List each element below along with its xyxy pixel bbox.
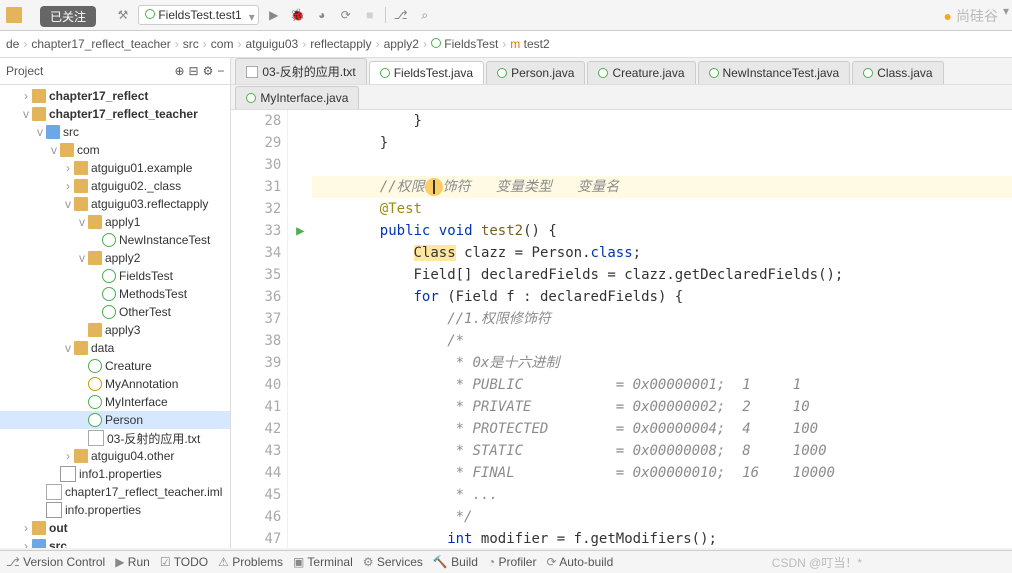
coverage-button[interactable]: ◕ bbox=[313, 6, 331, 24]
tree-item[interactable]: NewInstanceTest bbox=[0, 231, 230, 249]
tree-item[interactable]: apply3 bbox=[0, 321, 230, 339]
tool-button[interactable]: ◔ Profiler bbox=[488, 555, 537, 569]
tree-item[interactable]: ›atguigu04.other bbox=[0, 447, 230, 465]
tool-button[interactable]: ⚙ Services bbox=[363, 555, 423, 569]
tree-item[interactable]: FieldsTest bbox=[0, 267, 230, 285]
breadcrumb-item[interactable]: apply2 bbox=[384, 37, 419, 51]
gutter: 2829303132333435363738394041424344454647… bbox=[231, 110, 288, 548]
tree-item[interactable]: OtherTest bbox=[0, 303, 230, 321]
tree-item[interactable]: ›out bbox=[0, 519, 230, 537]
tree-item[interactable]: MyInterface bbox=[0, 393, 230, 411]
tree-item[interactable]: MethodsTest bbox=[0, 285, 230, 303]
tree-item[interactable]: vchapter17_reflect_teacher bbox=[0, 105, 230, 123]
tree-item[interactable]: info1.properties bbox=[0, 465, 230, 483]
tree-item[interactable]: vatguigu03.reflectapply bbox=[0, 195, 230, 213]
editor-tab[interactable]: Class.java bbox=[852, 61, 943, 84]
breadcrumb-item[interactable]: reflectapply bbox=[310, 37, 371, 51]
breadcrumb-item[interactable]: de bbox=[6, 37, 19, 51]
editor-tabs-row2: MyInterface.java bbox=[231, 85, 1012, 110]
editor-area: 03-反射的应用.txtFieldsTest.javaPerson.javaCr… bbox=[231, 58, 1012, 548]
tree-item[interactable]: Creature bbox=[0, 357, 230, 375]
editor-tab[interactable]: Person.java bbox=[486, 61, 585, 84]
tree-item[interactable]: vdata bbox=[0, 339, 230, 357]
run-button[interactable]: ▶ bbox=[265, 6, 283, 24]
debug-button[interactable]: 🐞 bbox=[289, 6, 307, 24]
run-signs[interactable]: ▶ bbox=[288, 110, 312, 548]
source-code[interactable]: } } //权限饰符 变量类型 变量名 @Test public void te… bbox=[312, 110, 1012, 548]
watermark: CSDN @叮当！* bbox=[772, 554, 862, 571]
chevron-down-icon: ▾ bbox=[1003, 4, 1009, 18]
tree-item[interactable]: ›atguigu02._class bbox=[0, 177, 230, 195]
breadcrumb-item[interactable]: m test2 bbox=[510, 37, 549, 51]
stop-button[interactable]: ■ bbox=[361, 6, 379, 24]
gear-icon[interactable]: ⚙ bbox=[203, 64, 214, 78]
project-icon bbox=[6, 7, 22, 23]
tree-item[interactable]: chapter17_reflect_teacher.iml bbox=[0, 483, 230, 501]
tree-item[interactable]: vapply2 bbox=[0, 249, 230, 267]
tool-button[interactable]: ⎇ Version Control bbox=[6, 555, 105, 569]
collapse-icon[interactable]: ⊟ bbox=[189, 64, 199, 78]
editor-tab[interactable]: 03-反射的应用.txt bbox=[235, 58, 366, 84]
brand-logo: ●尚硅谷 bbox=[944, 6, 998, 26]
tree-item[interactable]: vcom bbox=[0, 141, 230, 159]
tree-item[interactable]: ›chapter17_reflect bbox=[0, 87, 230, 105]
hide-icon[interactable]: − bbox=[217, 64, 224, 78]
breadcrumb-item[interactable]: com bbox=[211, 37, 234, 51]
tree-item[interactable]: MyAnnotation bbox=[0, 375, 230, 393]
tree-item[interactable]: 03-反射的应用.txt bbox=[0, 429, 230, 447]
settings-icon[interactable]: ⊕ bbox=[174, 64, 184, 78]
tool-button[interactable]: ▶ Run bbox=[115, 555, 150, 569]
tool-button[interactable]: ⟳ Auto-build bbox=[546, 555, 613, 569]
tree-item[interactable]: Person bbox=[0, 411, 230, 429]
tree-item[interactable]: info.properties bbox=[0, 501, 230, 519]
tree-item[interactable]: ›atguigu01.example bbox=[0, 159, 230, 177]
run-config-label: FieldsTest.test1 bbox=[158, 8, 241, 22]
tree-item[interactable]: vsrc bbox=[0, 123, 230, 141]
tool-button[interactable]: ☑ TODO bbox=[160, 555, 208, 569]
tool-button[interactable]: ⚠ Problems bbox=[218, 555, 283, 569]
project-panel: Project ▾ ⊕ ⊟ ⚙ − ›chapter17_reflectvcha… bbox=[0, 58, 231, 548]
top-toolbar: 已关注 ⚒ FieldsTest.test1 ▾ ▶ 🐞 ◕ ⟳ ■ ⎇ ⌕ ●… bbox=[0, 0, 1012, 31]
chevron-down-icon: ▾ bbox=[249, 10, 255, 24]
breadcrumb: de›chapter17_reflect_teacher›src›com›atg… bbox=[0, 31, 1012, 58]
hammer-icon[interactable]: ⚒ bbox=[114, 6, 132, 24]
search-icon[interactable]: ⌕ bbox=[416, 6, 434, 24]
editor-tab[interactable]: NewInstanceTest.java bbox=[698, 61, 851, 84]
project-header[interactable]: Project ▾ ⊕ ⊟ ⚙ − bbox=[0, 58, 230, 85]
editor-tab[interactable]: Creature.java bbox=[587, 61, 695, 84]
tool-button[interactable]: 🔨 Build bbox=[433, 555, 478, 569]
git-button[interactable]: ⎇ bbox=[392, 6, 410, 24]
breadcrumb-item[interactable]: atguigu03 bbox=[245, 37, 298, 51]
editor-tab[interactable]: FieldsTest.java bbox=[369, 61, 484, 84]
editor-tab[interactable]: MyInterface.java bbox=[235, 86, 359, 109]
project-tree[interactable]: ›chapter17_reflectvchapter17_reflect_tea… bbox=[0, 85, 230, 548]
tree-item[interactable]: ›src bbox=[0, 537, 230, 548]
breadcrumb-item[interactable]: chapter17_reflect_teacher bbox=[31, 37, 170, 51]
breadcrumb-item[interactable]: FieldsTest bbox=[431, 37, 498, 51]
profile-button[interactable]: ⟳ bbox=[337, 6, 355, 24]
breadcrumb-item[interactable]: src bbox=[183, 37, 199, 51]
run-config-dropdown[interactable]: FieldsTest.test1 ▾ bbox=[138, 5, 259, 25]
editor-tabs-row1: 03-反射的应用.txtFieldsTest.javaPerson.javaCr… bbox=[231, 58, 1012, 85]
tree-item[interactable]: vapply1 bbox=[0, 213, 230, 231]
code-editor[interactable]: 2829303132333435363738394041424344454647… bbox=[231, 110, 1012, 548]
tool-button[interactable]: ▣ Terminal bbox=[293, 555, 353, 569]
followed-badge: 已关注 bbox=[40, 6, 96, 27]
